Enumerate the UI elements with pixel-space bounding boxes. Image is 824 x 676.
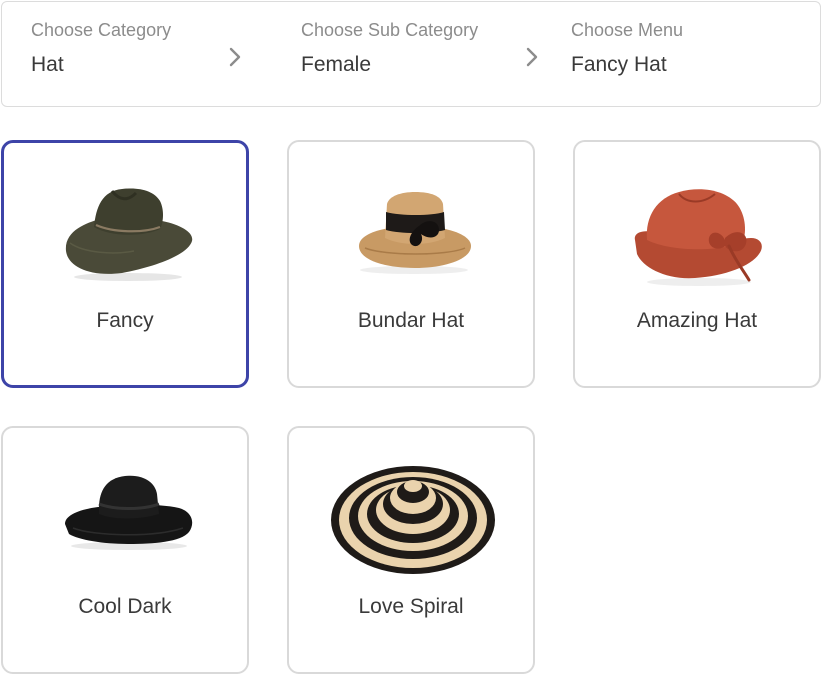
hat-name: Fancy (96, 309, 154, 332)
hat-name: Amazing Hat (636, 309, 758, 332)
category-label: Choose Category (31, 20, 172, 40)
chevron-right-icon (526, 47, 538, 67)
menu-label: Choose Menu (571, 20, 684, 40)
floppy-hat-icon (65, 475, 193, 550)
hat-name: Love Spiral (358, 595, 464, 618)
striped-sun-hat-icon (331, 466, 495, 574)
category-value: Hat (31, 53, 64, 76)
hat-card-love-spiral[interactable]: Love Spiral (287, 426, 535, 674)
chevron-right-icon (229, 47, 241, 67)
cloche-hat-icon (634, 189, 762, 286)
sub-category-label: Choose Sub Category (301, 20, 479, 40)
sub-category-value: Female (301, 53, 372, 76)
hat-card-bundar-hat[interactable]: Bundar Hat (287, 140, 535, 388)
hat-card-cool-dark[interactable]: Cool Dark (1, 426, 249, 674)
hat-name: Cool Dark (78, 595, 172, 618)
breadcrumb: Choose Category Hat Choose Sub Category … (1, 1, 821, 107)
hat-card-fancy[interactable]: Fancy (1, 140, 249, 388)
straw-hat-icon (359, 192, 471, 274)
hat-name: Bundar Hat (357, 309, 465, 332)
hat-card-amazing-hat[interactable]: Amazing Hat (573, 140, 821, 388)
menu-value: Fancy Hat (571, 53, 667, 76)
fedora-hat-icon (65, 188, 193, 281)
